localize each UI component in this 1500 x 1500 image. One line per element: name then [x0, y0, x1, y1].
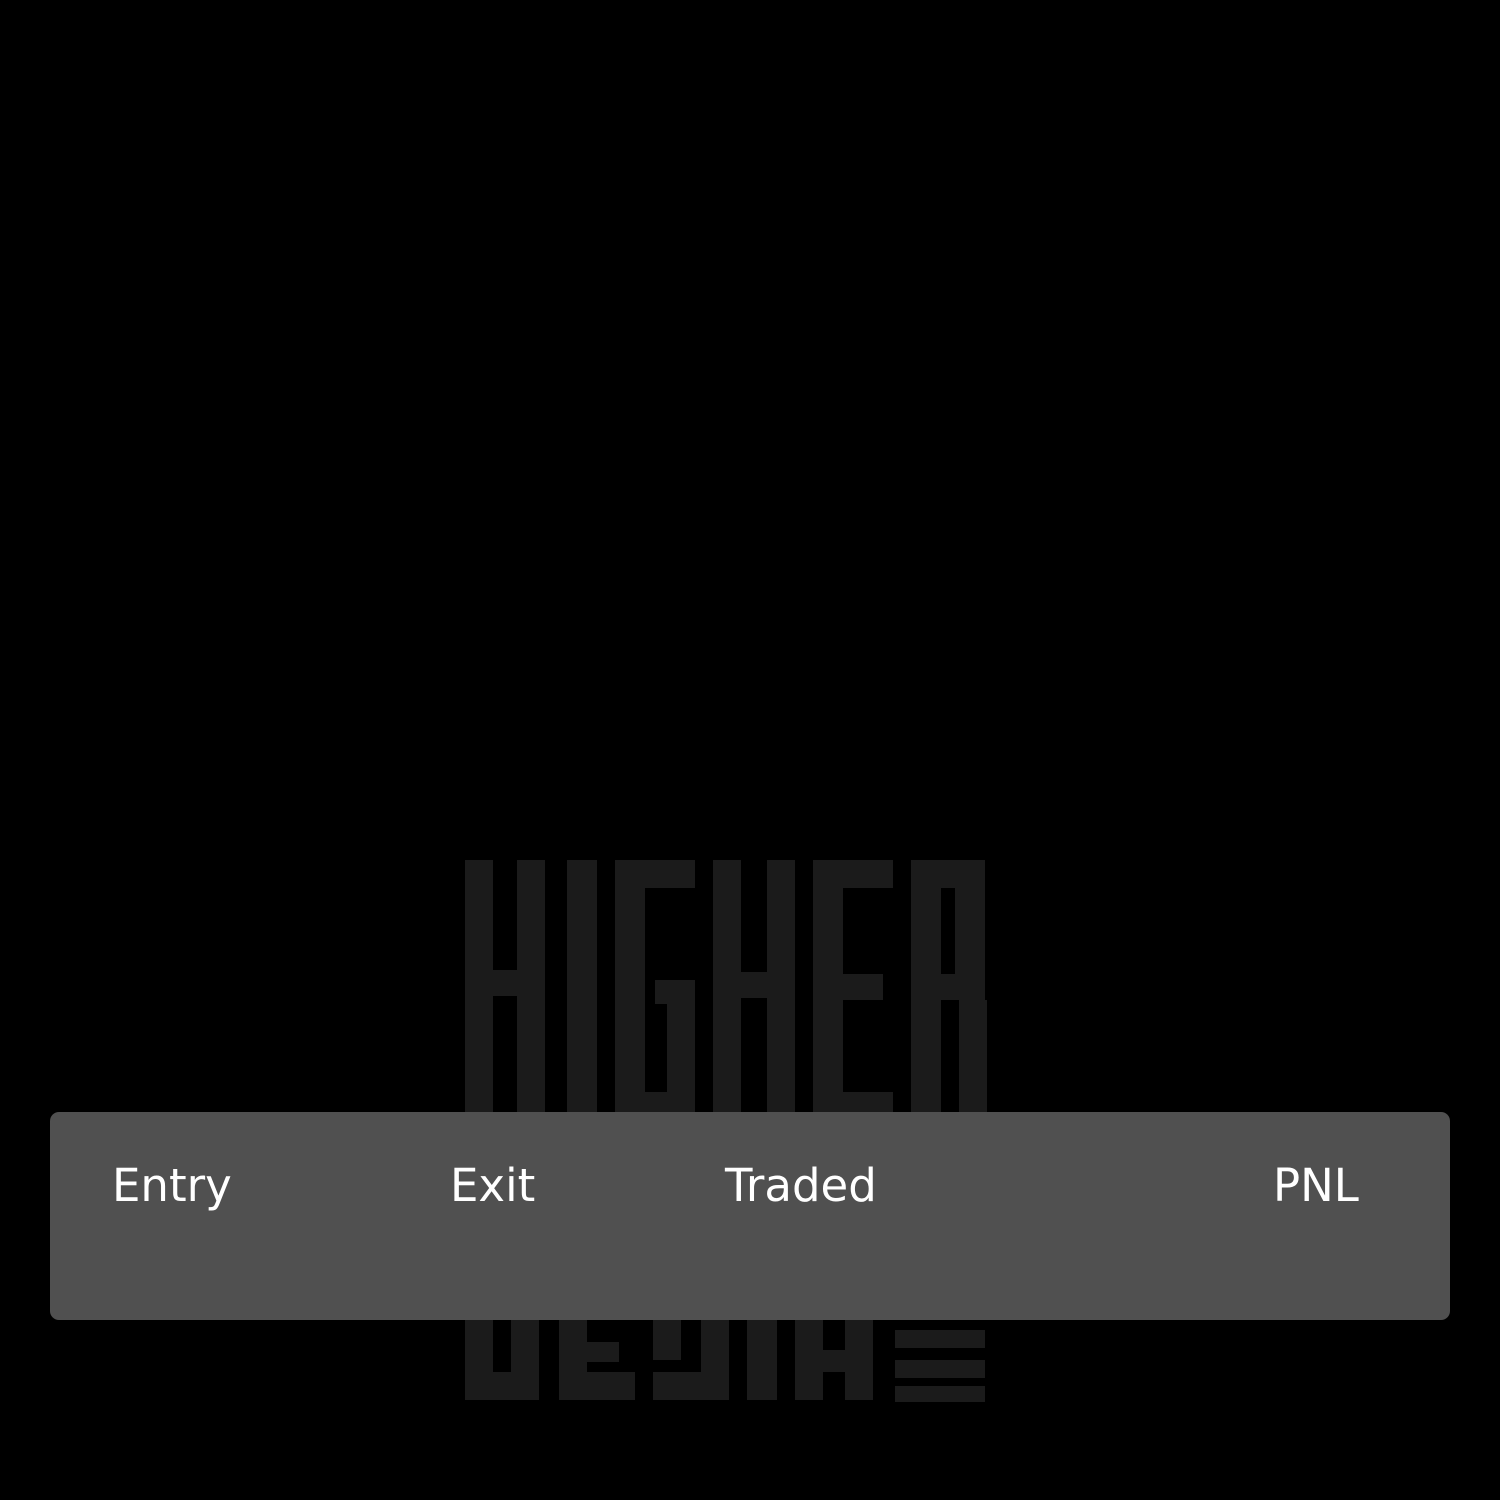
pnl-card-canvas: Entry Exit Traded PNL — [0, 0, 1500, 1500]
trade-stats-panel — [50, 1112, 1450, 1320]
entry-label: Entry — [112, 1159, 232, 1212]
traded-label: Traded — [725, 1159, 877, 1212]
pnl-label: PNL — [1273, 1159, 1359, 1212]
exit-label: Exit — [450, 1159, 536, 1212]
